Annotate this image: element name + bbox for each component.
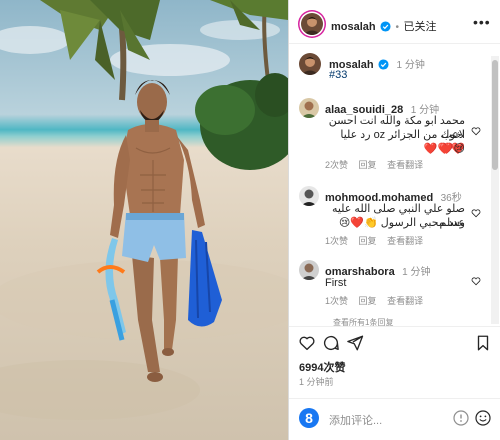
post-sidebar: mosalah • 已关注 ••• mosalah 1 分钟 #33 alaa_…: [288, 0, 500, 440]
header-divider: [289, 43, 500, 44]
comment-time: 1 分钟: [402, 267, 431, 278]
comment-like-heart-icon[interactable]: [471, 276, 481, 286]
comment-text-line: 😢❤️: [439, 143, 465, 155]
author-username[interactable]: mosalah: [331, 21, 376, 33]
comment-avatar[interactable]: [299, 186, 319, 206]
more-horizontal-icon[interactable]: •••: [473, 14, 491, 30]
comment-like-count[interactable]: 2次赞: [325, 160, 348, 170]
avatar-image: [303, 17, 321, 35]
avatar-image: [301, 263, 317, 280]
comment-input[interactable]: 添加评论...: [329, 412, 382, 428]
comment-translate-button[interactable]: 查看翻译: [387, 160, 423, 170]
bookmark-icon[interactable]: [474, 334, 492, 352]
comment-reply-button[interactable]: 回复: [359, 160, 377, 170]
comment-reply-button[interactable]: 回复: [359, 296, 377, 306]
header-separator: •: [395, 22, 400, 33]
author-avatar[interactable]: [301, 13, 323, 35]
comment-actions: 2次赞 回复 查看翻译: [325, 158, 431, 171]
post-photo[interactable]: [0, 0, 288, 440]
likes-count[interactable]: 6994次赞: [299, 359, 345, 375]
post-icon[interactable]: [453, 410, 469, 426]
comment-like-count[interactable]: 1次赞: [325, 296, 348, 306]
instagram-post-modal: mosalah • 已关注 ••• mosalah 1 分钟 #33 alaa_…: [0, 0, 500, 440]
actions-divider: [289, 326, 500, 327]
send-icon[interactable]: [346, 334, 364, 352]
comment-actions: 1次赞 回复 查看翻译: [325, 294, 431, 307]
comment-like-heart-icon[interactable]: [471, 208, 481, 218]
comment-like-count[interactable]: 1次赞: [325, 236, 348, 246]
verified-badge-icon: [378, 59, 389, 70]
comment-reply-button[interactable]: 回复: [359, 236, 377, 246]
smiley-icon[interactable]: [475, 410, 491, 426]
comments-scrollbar-thumb[interactable]: [492, 60, 498, 170]
comment-text-line: First: [325, 277, 347, 289]
avatar-image: [301, 101, 317, 118]
comment-icon[interactable]: [322, 334, 340, 352]
post-time: 1 分钟前: [299, 377, 334, 387]
comment-avatar[interactable]: [299, 98, 319, 118]
post-header: mosalah • 已关注: [331, 17, 437, 35]
comment-avatar[interactable]: [299, 260, 319, 280]
caption-hashtag[interactable]: #33: [329, 69, 347, 81]
comment-translate-button[interactable]: 查看翻译: [387, 296, 423, 306]
comment-box: 8 添加评论...: [289, 398, 500, 440]
caption-time: 1 分钟: [396, 60, 425, 71]
heart-icon[interactable]: [298, 334, 316, 352]
follow-status-button[interactable]: 已关注: [404, 21, 437, 33]
comment-text-line: عدد محبي الرسول 👏❤️😢: [338, 217, 465, 229]
comment-actions: 1次赞 回复 查看翻译: [325, 234, 431, 247]
avatar-image: [301, 189, 317, 206]
comment-like-heart-icon[interactable]: [471, 126, 481, 136]
avatar-image: [301, 57, 319, 75]
emoji-icon[interactable]: 8: [299, 408, 319, 428]
comment-translate-button[interactable]: 查看翻译: [387, 236, 423, 246]
beach-scene: [0, 0, 288, 420]
caption-avatar[interactable]: [299, 53, 321, 75]
verified-badge-icon: [380, 21, 391, 32]
